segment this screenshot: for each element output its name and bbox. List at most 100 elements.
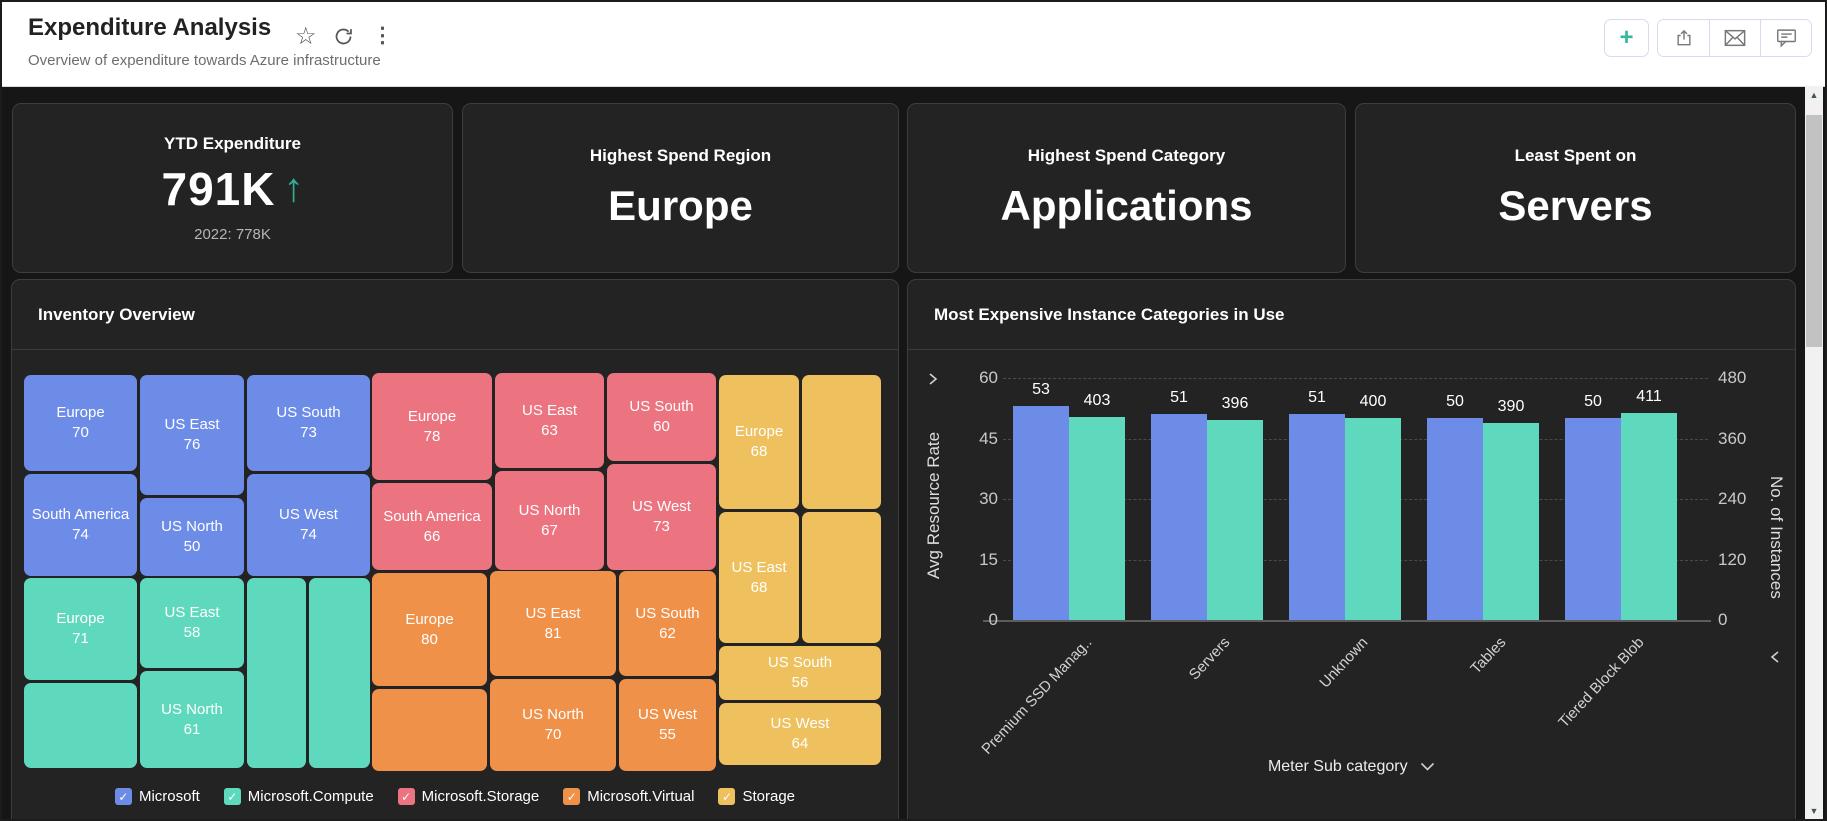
treemap-block[interactable]: US East 68 xyxy=(719,512,799,643)
treemap-block-value: 71 xyxy=(72,630,89,647)
bar-value-label: 53 xyxy=(1032,381,1050,399)
legend-item[interactable]: ✓ Microsoft.Storage xyxy=(397,788,540,805)
treemap-block-value: 56 xyxy=(791,674,809,691)
treemap-block[interactable] xyxy=(802,512,881,643)
legend-item[interactable]: ✓ Microsoft xyxy=(114,788,200,805)
treemap-block[interactable]: US East 76 xyxy=(140,375,244,495)
legend-item[interactable]: ✓ Microsoft.Virtual xyxy=(563,788,694,805)
treemap-block-value: 74 xyxy=(72,526,89,543)
kpi-title: YTD Expenditure xyxy=(164,133,301,153)
email-button[interactable] xyxy=(1709,20,1760,56)
treemap-block[interactable] xyxy=(247,578,306,768)
treemap-block-value: 58 xyxy=(183,624,201,641)
bar-value-label: 403 xyxy=(1083,391,1111,409)
comment-icon xyxy=(1776,28,1797,48)
treemap-block[interactable]: US West 55 xyxy=(619,679,716,771)
vertical-scrollbar[interactable]: ▲ ▼ xyxy=(1805,86,1823,819)
right-axis-tick: 0 xyxy=(1718,610,1728,629)
treemap-block[interactable] xyxy=(309,578,370,768)
treemap-block[interactable]: US South 73 xyxy=(247,375,370,471)
bar-no-of-instances[interactable] xyxy=(1345,418,1401,620)
kpi-card-highest-spend-category[interactable]: Highest Spend Category Applications xyxy=(907,103,1346,273)
x-axis-title[interactable]: Meter Sub category xyxy=(908,758,1795,776)
treemap-block-region: US West xyxy=(279,506,338,523)
treemap-block[interactable]: US East 81 xyxy=(490,571,616,676)
right-axis-collapse-icon[interactable] xyxy=(1768,650,1782,664)
scrollbar-thumb[interactable] xyxy=(1806,115,1822,347)
bar-value-label: 400 xyxy=(1359,393,1387,411)
legend-checkbox[interactable]: ✓ xyxy=(114,788,132,805)
treemap-block[interactable]: Europe 78 xyxy=(372,373,492,480)
add-button[interactable]: + xyxy=(1604,19,1649,57)
refresh-icon[interactable] xyxy=(333,26,354,47)
left-axis-expand-icon[interactable] xyxy=(926,372,940,386)
legend-checkbox[interactable]: ✓ xyxy=(563,788,581,805)
treemap-block[interactable]: US North 67 xyxy=(495,471,604,570)
kpi-card-least-spent[interactable]: Least Spent on Servers xyxy=(1355,103,1796,273)
bar-no-of-instances[interactable] xyxy=(1207,420,1263,620)
more-options-icon[interactable]: ⋮ xyxy=(372,23,393,48)
treemap-block[interactable]: US East 63 xyxy=(495,373,604,468)
scroll-down-icon[interactable]: ▼ xyxy=(1805,802,1823,819)
treemap-block-region: South America xyxy=(31,506,130,523)
treemap-block[interactable]: US West 74 xyxy=(247,474,370,576)
legend-checkbox[interactable]: ✓ xyxy=(718,788,736,805)
legend-item[interactable]: ✓ Storage xyxy=(718,788,795,805)
treemap-block[interactable]: US West 73 xyxy=(607,464,716,570)
legend-item[interactable]: ✓ Microsoft.Compute xyxy=(223,788,374,805)
treemap-block-value: 80 xyxy=(421,630,438,648)
kpi-card-ytd-expenditure[interactable]: YTD Expenditure 791K ↑ 2022: 778K xyxy=(12,103,453,273)
treemap-block[interactable]: US South 60 xyxy=(607,373,716,461)
export-button[interactable] xyxy=(1658,20,1709,56)
legend-checkbox[interactable]: ✓ xyxy=(397,788,415,805)
treemap-block-region: US South xyxy=(767,654,833,671)
treemap-block-region: US North xyxy=(161,700,223,718)
bar-value-label: 411 xyxy=(1636,387,1662,405)
bar-avg-resource-rate[interactable] xyxy=(1565,418,1621,620)
bar-avg-resource-rate[interactable] xyxy=(1427,418,1483,620)
legend-checkbox[interactable]: ✓ xyxy=(223,788,241,805)
x-axis-category-label: Tiered Block Blob xyxy=(1555,634,1648,732)
treemap-block[interactable]: US West 64 xyxy=(719,703,881,765)
treemap-block[interactable]: US North 70 xyxy=(490,679,616,771)
treemap-block[interactable]: US South 56 xyxy=(719,646,881,700)
treemap-block[interactable]: South America 66 xyxy=(372,483,492,570)
bar-no-of-instances[interactable] xyxy=(1621,412,1677,620)
bar-value-label: 50 xyxy=(1584,393,1602,411)
right-axis-tick: 120 xyxy=(1718,549,1747,569)
treemap-block[interactable]: Europe 70 xyxy=(24,375,137,471)
treemap-block[interactable]: Europe 68 xyxy=(719,375,799,509)
treemap-block[interactable]: US North 61 xyxy=(140,671,244,768)
bar-avg-resource-rate[interactable] xyxy=(1289,414,1345,620)
comment-button[interactable] xyxy=(1760,20,1811,56)
kpi-comparison: 2022: 778K xyxy=(194,225,271,243)
treemap-block[interactable]: South America 74 xyxy=(24,474,137,576)
treemap-block-value: 64 xyxy=(791,735,809,752)
treemap-block-value: 70 xyxy=(72,424,89,441)
header: Expenditure Analysis ☆ ⋮ Overview of exp… xyxy=(2,2,1825,87)
scroll-up-icon[interactable]: ▲ xyxy=(1805,86,1823,103)
treemap-block[interactable] xyxy=(802,375,881,509)
treemap-block[interactable]: US North 50 xyxy=(140,498,244,576)
right-axis-tick: 360 xyxy=(1718,428,1747,448)
treemap-block-value: 60 xyxy=(653,418,670,435)
treemap: Europe 70 US East 76 US South 73 South America… xyxy=(23,373,881,771)
favorite-star-icon[interactable]: ☆ xyxy=(295,22,317,51)
legend-label: Microsoft.Storage xyxy=(421,788,540,805)
bar-value-label: 390 xyxy=(1497,398,1525,416)
treemap-block-region: US South xyxy=(629,398,694,415)
bar-no-of-instances[interactable] xyxy=(1483,423,1539,620)
bar-avg-resource-rate[interactable] xyxy=(1151,414,1207,620)
treemap-block-region: US East xyxy=(521,401,578,419)
bar-no-of-instances[interactable] xyxy=(1069,416,1125,620)
treemap-block[interactable]: Europe 71 xyxy=(24,578,137,680)
treemap-block[interactable]: Europe 80 xyxy=(372,573,487,686)
treemap-block[interactable] xyxy=(372,689,487,771)
bar-avg-resource-rate[interactable] xyxy=(1013,406,1069,620)
treemap-block-region: US West xyxy=(638,706,697,723)
treemap-block[interactable]: US South 62 xyxy=(619,571,716,676)
kpi-card-highest-spend-region[interactable]: Highest Spend Region Europe xyxy=(462,103,899,273)
instance-categories-panel: Most Expensive Instance Categories in Us… xyxy=(907,279,1796,819)
treemap-block[interactable] xyxy=(24,683,137,768)
treemap-block[interactable]: US East 58 xyxy=(140,578,244,668)
